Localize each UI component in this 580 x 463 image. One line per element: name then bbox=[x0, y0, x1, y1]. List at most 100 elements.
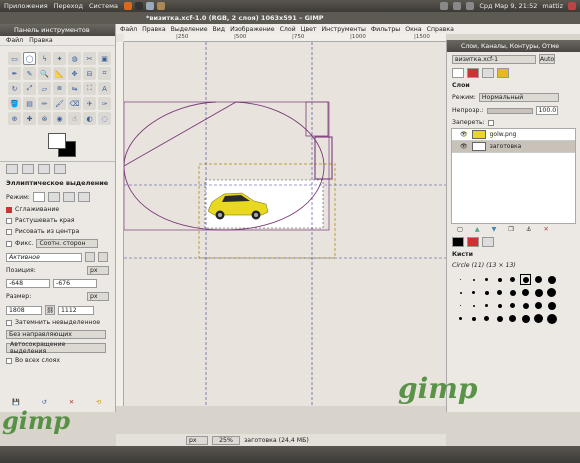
text-icon[interactable]: A bbox=[98, 82, 111, 95]
scissors-icon[interactable]: ✂ bbox=[83, 52, 96, 65]
clone-icon[interactable]: ⊕ bbox=[8, 112, 21, 125]
brush-preset[interactable] bbox=[494, 287, 505, 298]
paths-tab[interactable] bbox=[482, 68, 494, 78]
size-width-field[interactable]: 1808 bbox=[6, 305, 42, 315]
brush-preset[interactable] bbox=[455, 287, 466, 298]
align-icon[interactable]: ⊟ bbox=[83, 67, 96, 80]
menu-item[interactable]: Выделение bbox=[171, 26, 208, 33]
brush-preset[interactable] bbox=[520, 300, 531, 311]
save-options-icon[interactable]: 💾 bbox=[12, 398, 20, 406]
zoom-icon[interactable]: 🔍 bbox=[38, 67, 51, 80]
layer-row[interactable]: 👁 golw.png bbox=[452, 129, 575, 141]
airbrush-icon[interactable]: ✈ bbox=[83, 97, 96, 110]
brush-preset[interactable] bbox=[507, 287, 518, 298]
menu-item[interactable]: Вид bbox=[213, 26, 226, 33]
heal-icon[interactable]: ✚ bbox=[23, 112, 36, 125]
brush-preset[interactable] bbox=[533, 313, 544, 324]
foreground-color-swatch[interactable] bbox=[48, 133, 66, 149]
blur-icon[interactable]: ◉ bbox=[53, 112, 66, 125]
lasso-icon[interactable]: ϟ bbox=[38, 52, 51, 65]
toolbox-menu-file[interactable]: Файл bbox=[6, 37, 23, 44]
mode-subtract-button[interactable] bbox=[62, 192, 75, 202]
menu-item[interactable]: Окна bbox=[405, 26, 421, 33]
paths-icon[interactable]: ✒ bbox=[8, 67, 21, 80]
menu-item[interactable]: Слой bbox=[280, 26, 296, 33]
size-unit-dropdown[interactable]: px bbox=[87, 292, 109, 301]
antialias-row[interactable]: Сглаживание bbox=[0, 204, 115, 215]
position-x-field[interactable]: -648 bbox=[6, 279, 50, 288]
patterns-tab[interactable] bbox=[467, 237, 479, 247]
brush-preset[interactable] bbox=[520, 313, 531, 324]
fixed-dropdown[interactable]: Соотн. сторон bbox=[36, 239, 99, 248]
brush-preset[interactable] bbox=[481, 274, 492, 285]
fixed-checkbox[interactable] bbox=[6, 240, 12, 247]
position-unit-dropdown[interactable]: px bbox=[87, 266, 109, 275]
reset-options-icon[interactable]: ⟲ bbox=[96, 399, 101, 406]
layer-row[interactable]: 👁 заготовка bbox=[452, 141, 575, 153]
autoshrink-button[interactable]: Автосокращение выделения bbox=[6, 341, 106, 355]
color-picker-icon[interactable]: ✎ bbox=[23, 67, 36, 80]
brush-preset[interactable] bbox=[494, 274, 505, 285]
eraser-icon[interactable]: ⌫ bbox=[68, 97, 81, 110]
fuzzy-select-icon[interactable]: ✦ bbox=[53, 52, 66, 65]
bucket-fill-icon[interactable]: 🪣 bbox=[8, 97, 21, 110]
layers-tab[interactable] bbox=[452, 68, 464, 78]
delete-layer-icon[interactable]: ✕ bbox=[544, 226, 549, 233]
restore-options-icon[interactable]: ↺ bbox=[42, 399, 47, 406]
text-editor-icon[interactable] bbox=[145, 2, 154, 10]
aspect-more-button[interactable] bbox=[98, 252, 108, 262]
brushes-tab[interactable] bbox=[452, 237, 464, 247]
firefox-icon[interactable] bbox=[123, 2, 132, 10]
darken-row[interactable]: Затемнить невыделенное bbox=[0, 317, 115, 328]
brush-preset[interactable] bbox=[546, 313, 557, 324]
tool-options-tab[interactable] bbox=[6, 164, 18, 174]
mode-add-button[interactable] bbox=[47, 192, 60, 202]
flip-icon[interactable]: ⇋ bbox=[68, 82, 81, 95]
username[interactable]: mattiz bbox=[542, 2, 563, 10]
menu-item[interactable]: Инструменты bbox=[322, 26, 366, 33]
images-tab[interactable] bbox=[54, 164, 66, 174]
undo-history-tab[interactable] bbox=[497, 68, 509, 78]
brush-preset[interactable] bbox=[546, 287, 557, 298]
terminal-icon[interactable] bbox=[134, 2, 143, 10]
menu-item[interactable]: Справка bbox=[427, 26, 454, 33]
aspect-field[interactable]: Активное bbox=[6, 252, 82, 262]
brush-preset[interactable] bbox=[546, 300, 557, 311]
brush-preset[interactable] bbox=[468, 287, 479, 298]
brush-preset[interactable] bbox=[468, 313, 479, 324]
opacity-slider[interactable] bbox=[486, 107, 533, 114]
guides-dropdown[interactable]: Без направляющих bbox=[6, 330, 106, 339]
canvas-area[interactable]: |250 |500 |750 |1000 |1500 bbox=[116, 34, 446, 406]
size-height-field[interactable]: 1112 bbox=[58, 305, 94, 315]
all-layers-row[interactable]: Во всех слоях bbox=[0, 355, 115, 366]
brush-preset[interactable] bbox=[533, 287, 544, 298]
cage-icon[interactable]: ⛶ bbox=[83, 82, 96, 95]
brush-preset[interactable] bbox=[494, 300, 505, 311]
power-icon[interactable] bbox=[568, 2, 576, 10]
darken-checkbox[interactable] bbox=[6, 319, 12, 326]
brush-preset[interactable] bbox=[455, 274, 466, 285]
toolbox-menu-edit[interactable]: Правка bbox=[29, 37, 53, 44]
duplicate-layer-icon[interactable]: ❐ bbox=[508, 226, 514, 233]
zoom-dropdown[interactable]: 25% bbox=[212, 435, 240, 445]
brush-preset[interactable] bbox=[468, 274, 479, 285]
menu-system[interactable]: Система bbox=[89, 2, 118, 10]
perspective-icon[interactable]: ⧈ bbox=[53, 82, 66, 95]
brush-preset[interactable] bbox=[520, 274, 531, 285]
blend-icon[interactable]: ▤ bbox=[23, 97, 36, 110]
dock-title-bar[interactable]: Слои, Каналы, Контуры, Отме bbox=[447, 40, 580, 52]
crop-icon[interactable]: ⌗ bbox=[98, 67, 111, 80]
extra-icon[interactable]: ◌ bbox=[98, 112, 111, 125]
vertical-ruler[interactable] bbox=[116, 42, 124, 406]
brush-preset[interactable] bbox=[533, 274, 544, 285]
dodge-burn-icon[interactable]: ◐ bbox=[83, 112, 96, 125]
move-icon[interactable]: ✥ bbox=[68, 67, 81, 80]
auto-button[interactable]: Auto bbox=[539, 54, 555, 64]
brush-preset[interactable] bbox=[520, 287, 531, 298]
brush-preset[interactable] bbox=[481, 287, 492, 298]
paintbrush-icon[interactable]: 🖌 bbox=[53, 97, 66, 110]
menu-item[interactable]: Файл bbox=[120, 26, 137, 33]
all-layers-checkbox[interactable] bbox=[6, 357, 12, 364]
gimp-launcher-icon[interactable] bbox=[156, 2, 165, 10]
anchor-layer-icon[interactable]: ⚓ bbox=[526, 226, 532, 233]
